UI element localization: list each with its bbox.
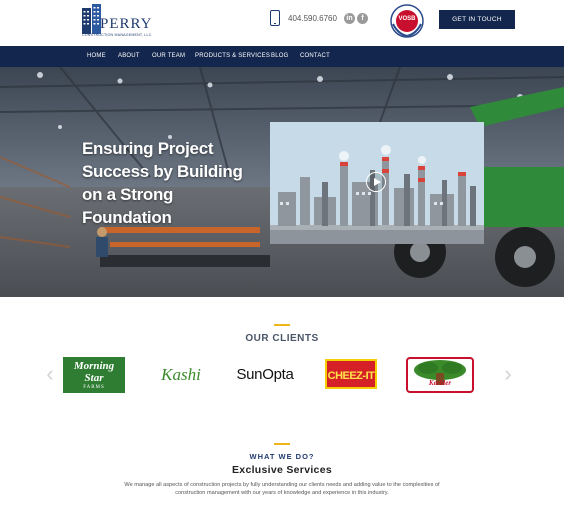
morningstar-line-3: FARMS [83,385,105,390]
play-button[interactable] [366,172,386,192]
services-heading: WHAT WE DO? [249,452,315,461]
services-description: We manage all aspects of construction pr… [124,482,440,496]
logo-wordmark: PERRY [100,16,153,32]
clients-prev-arrow[interactable]: ‹ [44,363,56,385]
morningstar-line-2: Star [84,372,104,384]
hero-title: Ensuring Project Success by Building on … [82,139,243,227]
phone-number[interactable]: 404.590.6760 [288,14,337,23]
kashi-logo: Kashi [161,365,201,384]
vosb-label: VOSB [398,16,416,22]
nav-item-home[interactable]: HOME [87,46,106,67]
get-in-touch-button[interactable]: GET IN TOUCH [439,10,515,29]
facebook-icon[interactable]: f [357,13,368,24]
morningstar-line-1: Morning [73,360,115,372]
nav-item-blog[interactable]: BLOG [271,46,288,67]
services-accent-bar [274,443,290,445]
building-logo-icon [82,4,101,34]
services-title: Exclusive Services [232,464,332,476]
nav-item-contact[interactable]: CONTACT [300,46,330,67]
site-header: PERRY CONSTRUCTION MANAGEMENT, LLC 404.5… [0,0,564,46]
cheezit-logo: CHEEZ-IT [325,359,377,389]
clients-accent-bar [274,324,290,326]
morningstar-logo: Morning Star FARMS [63,357,125,393]
logo-tagline: CONSTRUCTION MANAGEMENT, LLC [82,33,152,37]
clients-next-arrow[interactable]: › [502,363,514,385]
linkedin-icon[interactable]: in [344,13,355,24]
vosb-badge: VOSB [390,4,424,38]
hero-video[interactable] [270,122,484,244]
keebler-logo: Keebler [406,357,474,393]
nav-item-about[interactable]: ABOUT [118,46,140,67]
main-nav: HOME ABOUT OUR TEAM PRODUCTS & SERVICES … [0,46,564,67]
keebler-wordmark: Keebler [428,379,452,387]
nav-item-our-team[interactable]: OUR TEAM [152,46,185,67]
phone-icon [270,10,280,26]
sunopta-logo: SunOpta [236,366,294,383]
hero-banner: Ensuring Project Success by Building on … [0,67,564,297]
nav-item-products-services[interactable]: PRODUCTS & SERVICES [195,46,270,67]
perry-logo[interactable]: PERRY CONSTRUCTION MANAGEMENT, LLC [82,4,152,38]
clients-title: OUR CLIENTS [245,333,319,344]
